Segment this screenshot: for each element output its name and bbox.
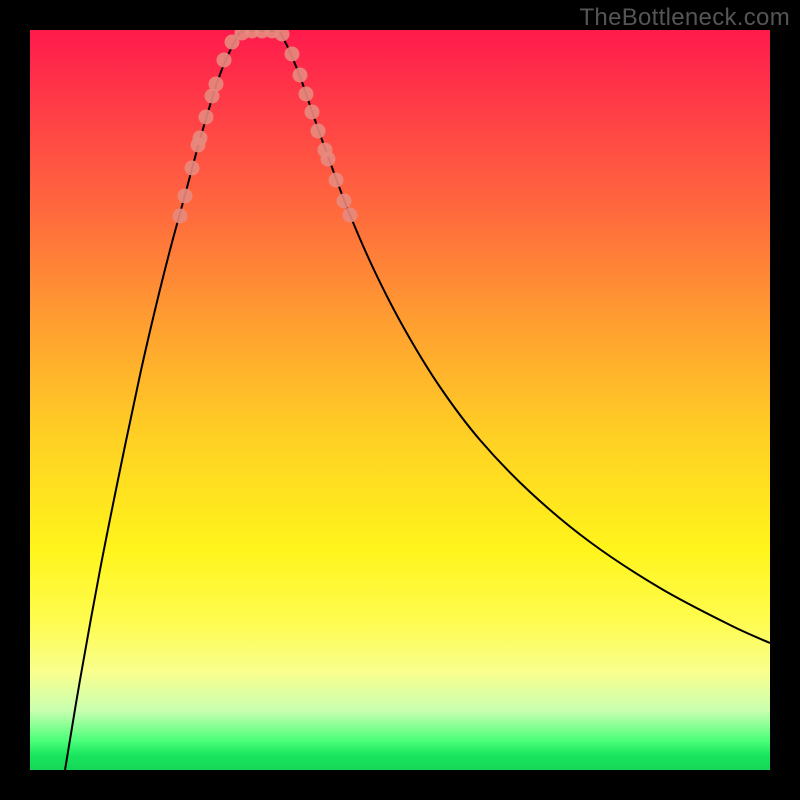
sample-dot <box>173 209 188 224</box>
sample-dots-group <box>173 30 358 224</box>
sample-dot <box>321 152 336 167</box>
sample-dot <box>337 194 352 209</box>
sample-dot <box>217 53 232 68</box>
sample-dot <box>178 189 193 204</box>
sample-dot <box>275 30 290 42</box>
sample-dot <box>329 173 344 188</box>
sample-dot <box>285 47 300 62</box>
curve-right-arm <box>280 32 770 643</box>
sample-dot <box>311 124 326 139</box>
sample-dot <box>209 77 224 92</box>
sample-dot <box>193 131 208 146</box>
curve-left-arm <box>65 32 240 770</box>
sample-dot <box>293 68 308 83</box>
sample-dot <box>343 208 358 223</box>
bottleneck-curve-svg <box>30 30 770 770</box>
sample-dot <box>199 110 214 125</box>
sample-dot <box>185 161 200 176</box>
sample-dot <box>305 105 320 120</box>
sample-dot <box>299 87 314 102</box>
chart-area <box>30 30 770 770</box>
watermark-text: TheBottleneck.com <box>579 4 790 32</box>
